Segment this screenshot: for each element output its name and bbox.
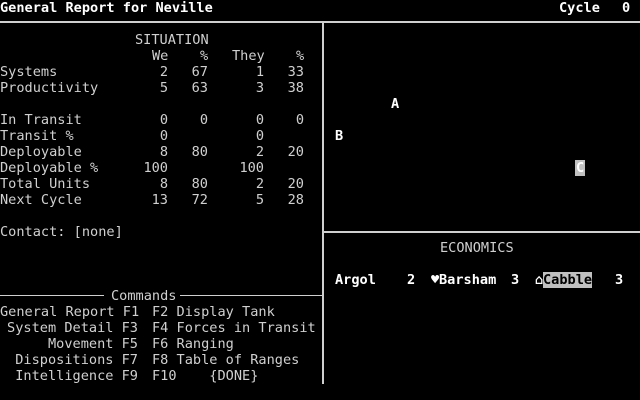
row-we-pct: 80	[191, 176, 208, 192]
econ-system-value: 2	[407, 272, 416, 288]
row-label: Transit %	[0, 128, 74, 144]
command-system-detail[interactable]: System Detail F3	[0, 320, 138, 336]
command-forces-in-transit[interactable]: F4 Forces in Transit	[152, 320, 316, 336]
row-we: 8	[159, 144, 168, 160]
econ-system-name: Barsham	[439, 272, 497, 288]
house-icon: ⌂	[535, 272, 544, 288]
row-label: Deployable %	[0, 160, 99, 176]
row-they: 100	[239, 160, 264, 176]
row-they: 3	[255, 80, 264, 96]
star-system-c-selected[interactable]: C	[575, 160, 586, 176]
command-dispositions[interactable]: Dispositions F7	[0, 352, 138, 368]
heart-icon: ♥	[431, 272, 440, 288]
star-system-a[interactable]: A	[391, 96, 399, 112]
row-label: Deployable	[0, 144, 82, 160]
row-we-pct: 63	[191, 80, 208, 96]
row-they: 0	[255, 128, 264, 144]
commands-line-left	[0, 295, 104, 296]
page-title: General Report for Neville	[0, 0, 213, 16]
economics-title: ECONOMICS	[440, 240, 514, 256]
command-table-of-ranges[interactable]: F8 Table of Ranges	[152, 352, 299, 368]
col-we-pct: %	[200, 48, 209, 64]
row-they: 2	[255, 176, 264, 192]
command-intelligence[interactable]: Intelligence F9	[0, 368, 138, 384]
row-label: Productivity	[0, 80, 99, 96]
row-we: 5	[159, 80, 168, 96]
row-they-pct: 20	[287, 144, 304, 160]
row-they-pct: 28	[287, 192, 304, 208]
row-label: In Transit	[0, 112, 82, 128]
row-label: Next Cycle	[0, 192, 82, 208]
row-they-pct: 0	[295, 112, 304, 128]
row-we: 0	[159, 128, 168, 144]
row-we-pct: 72	[191, 192, 208, 208]
econ-system-value: 3	[615, 272, 624, 288]
cycle-label: Cycle	[559, 0, 600, 16]
econ-system-value: 3	[511, 272, 520, 288]
row-they-pct: 20	[287, 176, 304, 192]
row-they: 1	[255, 64, 264, 80]
command-general-report[interactable]: General Report F1	[0, 304, 139, 320]
cycle-value: 0	[622, 0, 631, 16]
command-display-tank[interactable]: F2 Display Tank	[152, 304, 275, 320]
command-done[interactable]: F10 {DONE}	[152, 368, 258, 384]
col-they: They	[232, 48, 265, 64]
row-they: 5	[255, 192, 264, 208]
economics-divider	[324, 231, 640, 233]
row-label: Total Units	[0, 176, 91, 192]
row-they-pct: 33	[287, 64, 304, 80]
commands-title: Commands	[111, 288, 177, 304]
row-we-pct: 80	[191, 144, 208, 160]
command-ranging[interactable]: F6 Ranging	[152, 336, 234, 352]
col-they-pct: %	[296, 48, 305, 64]
vertical-divider	[322, 21, 324, 384]
row-we: 0	[159, 112, 168, 128]
situation-title: SITUATION	[135, 32, 209, 48]
row-they-pct: 38	[287, 80, 304, 96]
row-we-pct: 0	[199, 112, 208, 128]
header-divider	[0, 21, 640, 23]
command-movement[interactable]: Movement F5	[0, 336, 138, 352]
contact-status: Contact: [none]	[0, 224, 123, 240]
row-they: 2	[255, 144, 264, 160]
col-we: We	[152, 48, 169, 64]
econ-system-name-selected: Cabble	[543, 272, 593, 288]
row-we: 13	[151, 192, 168, 208]
row-label: Systems	[0, 64, 58, 80]
star-system-b[interactable]: B	[335, 128, 343, 144]
row-we: 2	[159, 64, 168, 80]
row-we-pct: 67	[191, 64, 208, 80]
row-they: 0	[255, 112, 264, 128]
econ-system-name: Argol	[335, 272, 376, 288]
row-we: 8	[159, 176, 168, 192]
commands-line-right	[180, 295, 322, 296]
row-we: 100	[143, 160, 168, 176]
